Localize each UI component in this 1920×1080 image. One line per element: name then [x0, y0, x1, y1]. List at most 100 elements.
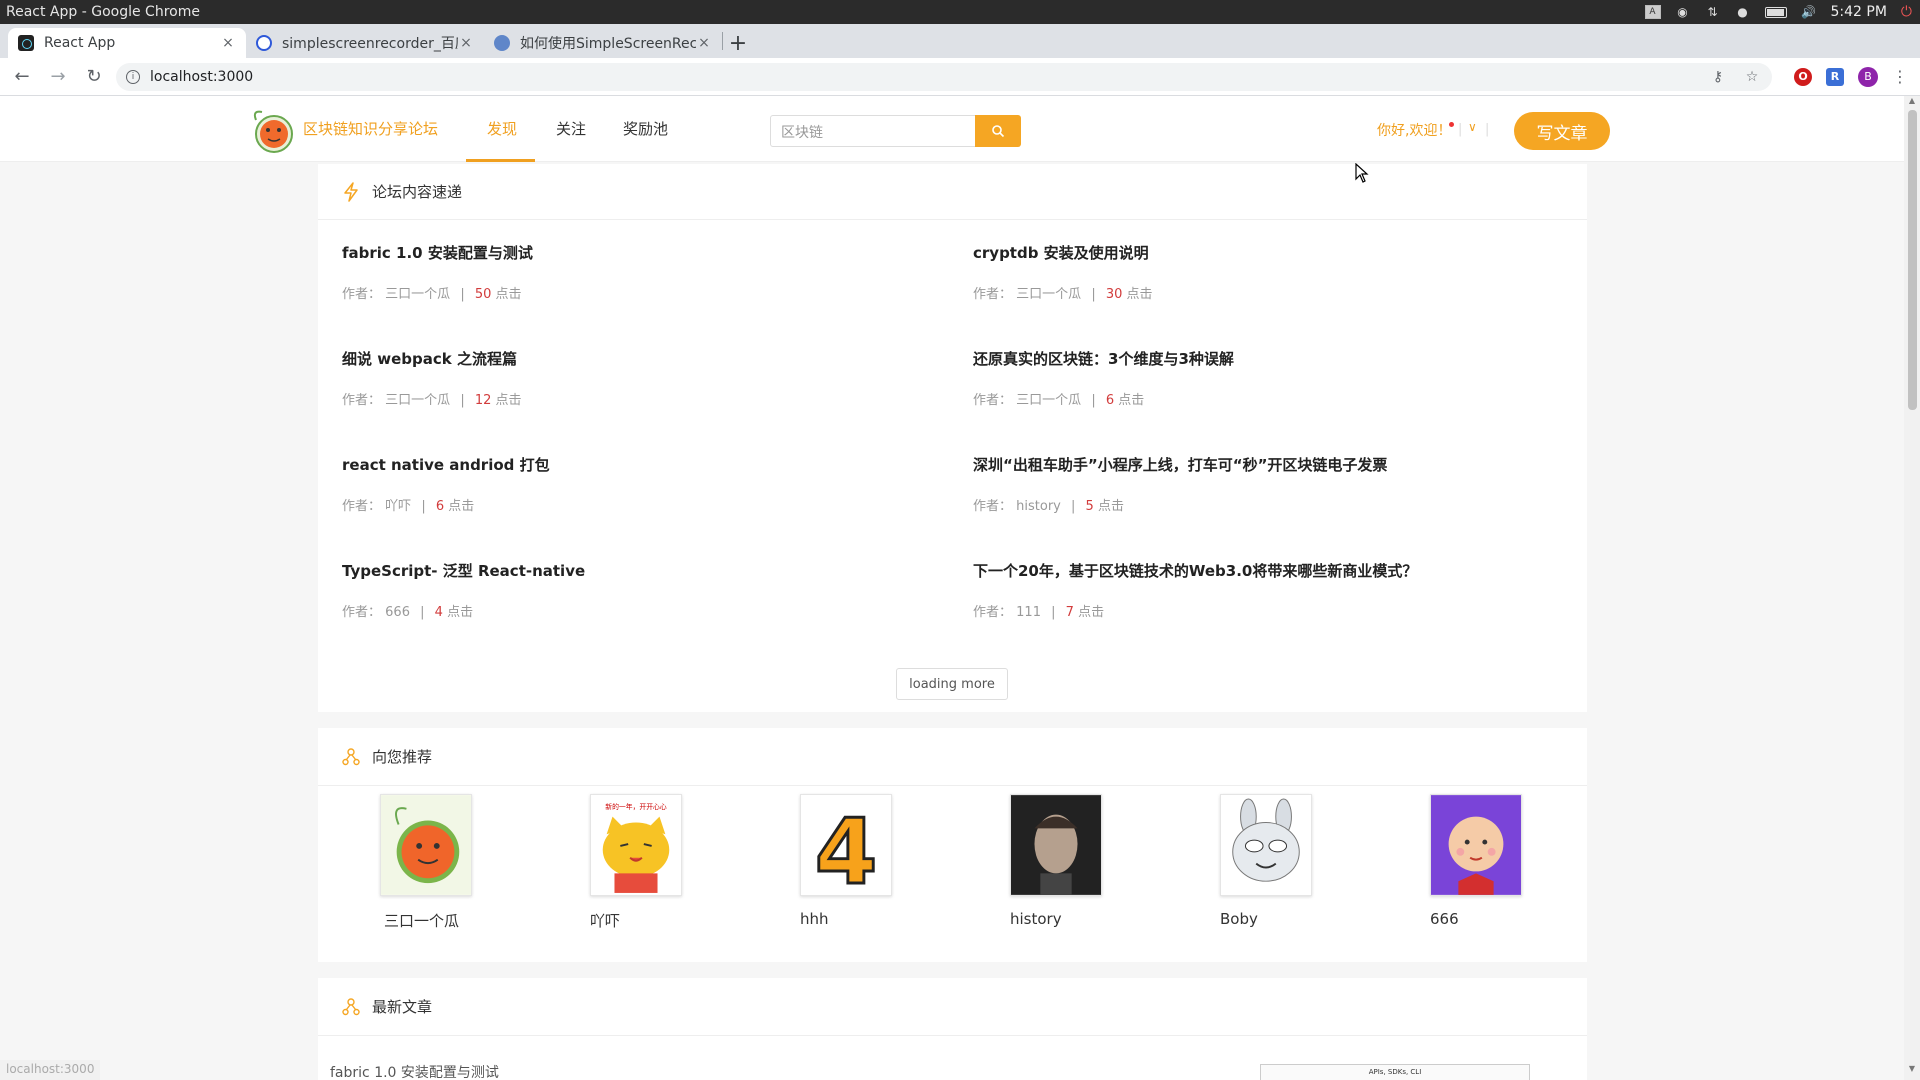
watermelon-avatar[interactable] — [380, 794, 472, 896]
scroll-thumb[interactable] — [1908, 110, 1917, 410]
article-item[interactable]: 细说 webpack 之流程篇 作者： 三口一个瓜 | 12 点击 — [342, 348, 902, 408]
user-name[interactable]: history — [1010, 910, 1130, 928]
close-tab-icon[interactable]: × — [458, 35, 474, 51]
article-title[interactable]: fabric 1.0 安装配置与测试 — [342, 242, 902, 263]
write-article-button[interactable]: 写文章 — [1514, 112, 1610, 150]
recommended-user[interactable]: history — [1010, 794, 1130, 928]
panel-title: 最新文章 — [372, 998, 433, 1016]
network-icon[interactable]: ⇅ — [1705, 5, 1721, 19]
load-more-button[interactable]: loading more — [896, 668, 1008, 700]
article-item[interactable]: fabric 1.0 安装配置与测试 作者： 三口一个瓜 | 50 点击 — [342, 242, 902, 302]
key-icon[interactable]: ⚷ — [1708, 69, 1728, 85]
article-title[interactable]: 细说 webpack 之流程篇 — [342, 348, 902, 369]
article-meta: 作者： 三口一个瓜 | 50 点击 — [342, 283, 902, 302]
search-button[interactable] — [975, 115, 1021, 147]
article-thumbnail[interactable]: APIs, SDKs, CLI — [1260, 1064, 1530, 1080]
article-author[interactable]: 三口一个瓜 — [385, 287, 450, 302]
click-count: 4 — [434, 605, 443, 620]
meta-divider: | — [1051, 605, 1056, 620]
author-prefix: 作者： — [973, 393, 1013, 408]
article-item[interactable]: 下一个20年，基于区块链技术的Web3.0将带来哪些新商业模式？ 作者： 111… — [973, 560, 1573, 620]
tab-react-app[interactable]: React App × — [8, 28, 246, 58]
article-title[interactable]: 还原真实的区块链：3个维度与3种误解 — [973, 348, 1533, 369]
clock[interactable]: 5:42 PM — [1831, 4, 1887, 20]
forward-icon[interactable]: → — [44, 63, 72, 91]
panel-header: 向您推荐 — [318, 728, 1587, 786]
nav-discover[interactable]: 发现 — [487, 118, 517, 139]
camera-icon[interactable]: ◉ — [1675, 5, 1691, 19]
reload-icon[interactable]: ↻ — [80, 63, 108, 91]
user-name[interactable]: 三口一个瓜 — [380, 910, 500, 931]
chat-icon[interactable]: ● — [1735, 5, 1751, 19]
recommend-panel: 向您推荐 三口一个瓜 新的一年，开开心心 吖吓 4 hhh history Bo… — [318, 728, 1587, 962]
volume-icon[interactable]: 🔊 — [1801, 5, 1817, 19]
address-bar[interactable]: i localhost:3000 ⚷ ☆ — [116, 62, 1772, 91]
site-info-icon[interactable]: i — [126, 69, 140, 84]
author-prefix: 作者： — [342, 499, 382, 514]
close-tab-icon[interactable]: × — [696, 35, 712, 51]
number-four-avatar[interactable]: 4 — [800, 794, 892, 907]
recommended-user[interactable]: 新的一年，开开心心 吖吓 — [590, 794, 710, 931]
brand-name[interactable]: 区块链知识分享论坛 — [303, 118, 438, 139]
article-author[interactable]: 三口一个瓜 — [1016, 393, 1081, 408]
search-input[interactable]: 区块链 — [770, 115, 976, 147]
article-author[interactable]: 三口一个瓜 — [385, 393, 450, 408]
author-prefix: 作者： — [342, 393, 382, 408]
article-item[interactable]: TypeScript- 泛型 React-native 作者： 666 | 4 … — [342, 560, 902, 620]
tab-baidu[interactable]: simplescreenrecorder_百度 × — [246, 28, 484, 58]
portrait-avatar[interactable] — [1010, 794, 1102, 896]
article-title[interactable]: 下一个20年，基于区块链技术的Web3.0将带来哪些新商业模式？ — [973, 560, 1573, 581]
opera-extension-icon[interactable]: O — [1794, 67, 1812, 86]
close-tab-icon[interactable]: × — [220, 35, 236, 51]
divider: | — [1485, 122, 1490, 137]
keyboard-layout-icon[interactable]: A — [1644, 5, 1661, 19]
article-title[interactable]: react native andriod 打包 — [342, 454, 902, 475]
recommended-user[interactable]: 三口一个瓜 — [380, 794, 500, 931]
article-author[interactable]: 吖吓 — [385, 499, 411, 514]
nav-follow[interactable]: 关注 — [556, 118, 586, 139]
logo-icon[interactable] — [246, 106, 296, 154]
chevron-down-icon[interactable]: ∨ — [1468, 120, 1477, 134]
new-tab-button[interactable]: + — [723, 28, 753, 58]
article-item[interactable]: 还原真实的区块链：3个维度与3种误解 作者： 三口一个瓜 | 6 点击 — [973, 348, 1533, 408]
recommended-user[interactable]: 666 — [1430, 794, 1550, 928]
article-author[interactable]: 三口一个瓜 — [1016, 287, 1081, 302]
tab-strip: React App × simplescreenrecorder_百度 × 如何… — [0, 24, 1920, 58]
user-name[interactable]: 666 — [1430, 910, 1550, 928]
bookmark-star-icon[interactable]: ☆ — [1742, 69, 1762, 85]
article-author[interactable]: 111 — [1016, 605, 1041, 620]
user-name[interactable]: Boby — [1220, 910, 1340, 928]
article-meta: 作者： 666 | 4 点击 — [342, 601, 902, 620]
article-item[interactable]: 深圳“出租车助手”小程序上线，打车可“秒”开区块链电子发票 作者： histor… — [973, 454, 1573, 514]
recommended-user[interactable]: 4 hhh — [800, 794, 920, 928]
user-greeting[interactable]: 你好,欢迎！ — [1377, 120, 1451, 140]
back-icon[interactable]: ← — [8, 63, 36, 91]
extension-r-icon[interactable]: R — [1826, 67, 1844, 86]
rabbit-avatar[interactable] — [1220, 794, 1312, 896]
url-text[interactable]: localhost:3000 — [150, 69, 1694, 85]
page-scrollbar[interactable]: ▲ ▼ — [1904, 96, 1920, 1080]
clicks-label: 点击 — [448, 499, 475, 514]
user-name[interactable]: 吖吓 — [590, 910, 710, 931]
power-icon[interactable]: ⏻ — [1901, 4, 1912, 20]
tab-simplescreenrecorder[interactable]: 如何使用SimpleScreenRec × — [484, 28, 722, 58]
article-title[interactable]: 深圳“出租车助手”小程序上线，打车可“秒”开区块链电子发票 — [973, 454, 1573, 475]
battery-icon[interactable] — [1764, 6, 1787, 18]
article-item[interactable]: cryptdb 安装及使用说明 作者： 三口一个瓜 | 30 点击 — [973, 242, 1533, 302]
browser-menu-icon[interactable]: ⋮ — [1890, 67, 1910, 86]
recommended-user[interactable]: Boby — [1220, 794, 1340, 928]
page-favicon-icon — [494, 35, 510, 51]
baby-avatar[interactable] — [1430, 794, 1522, 896]
cat-avatar[interactable]: 新的一年，开开心心 — [590, 794, 682, 896]
article-title[interactable]: TypeScript- 泛型 React-native — [342, 560, 902, 581]
latest-article-title[interactable]: fabric 1.0 安装配置与测试 — [330, 1062, 499, 1080]
user-name[interactable]: hhh — [800, 910, 920, 928]
profile-avatar-icon[interactable]: B — [1858, 66, 1878, 87]
article-item[interactable]: react native andriod 打包 作者： 吖吓 | 6 点击 — [342, 454, 902, 514]
article-title[interactable]: cryptdb 安装及使用说明 — [973, 242, 1533, 263]
network-nodes-icon — [342, 997, 360, 1015]
nav-reward-pool[interactable]: 奖励池 — [623, 118, 668, 139]
article-author[interactable]: 666 — [385, 605, 410, 620]
scroll-down-icon[interactable]: ▼ — [1904, 1064, 1920, 1080]
article-author[interactable]: history — [1016, 499, 1061, 514]
